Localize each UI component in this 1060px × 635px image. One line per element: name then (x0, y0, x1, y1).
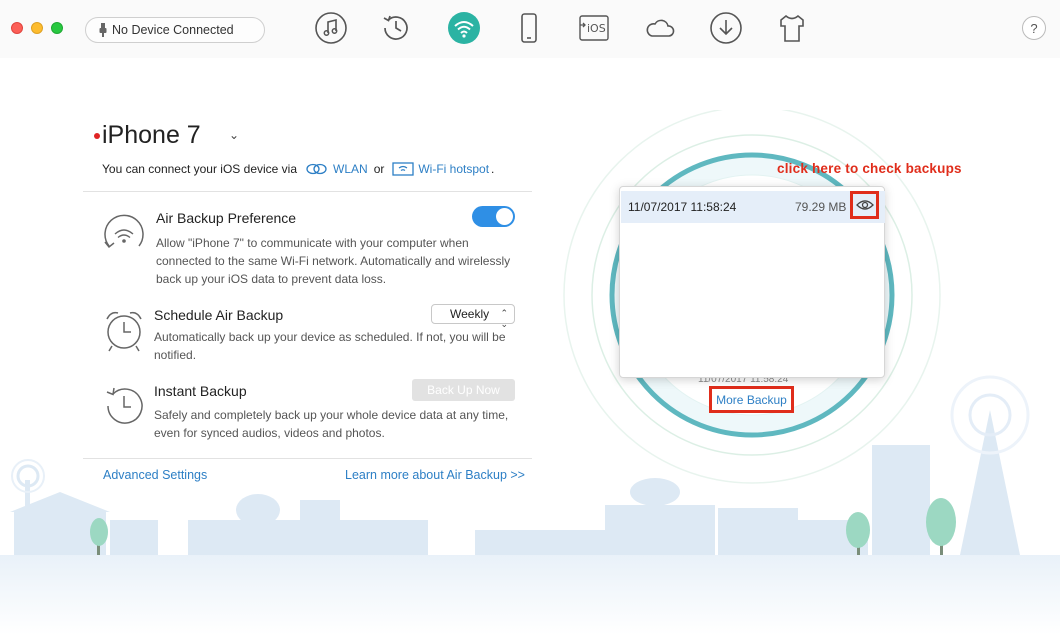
svg-text:iOS: iOS (587, 22, 606, 35)
backup-date: 11/07/2017 11:58:24 (628, 200, 737, 214)
window-close-button[interactable] (11, 22, 23, 34)
shirt-icon[interactable] (774, 10, 810, 46)
cloud-icon[interactable] (642, 10, 678, 46)
schedule-frequency-value: Weekly (450, 307, 490, 321)
chevron-down-icon[interactable]: ⌄ (229, 128, 239, 142)
divider-top (83, 191, 532, 192)
select-caret-icon: ⌃ ⌄ (500, 308, 508, 329)
connect-prefix: You can connect your iOS device via (102, 162, 298, 176)
music-icon[interactable] (313, 10, 349, 46)
air-backup-toggle[interactable] (472, 206, 515, 227)
toolbar: No Device Connected iOS ? (0, 0, 1060, 58)
device-name-dropdown[interactable]: iPhone 7 (93, 121, 201, 150)
view-backup-button[interactable] (850, 191, 879, 219)
air-backup-icon (104, 214, 144, 249)
wlan-link[interactable]: WLAN (333, 162, 368, 176)
schedule-backup-title: Schedule Air Backup (154, 307, 284, 323)
toggle-knob (496, 208, 513, 225)
schedule-frequency-select[interactable]: Weekly ⌃ ⌄ (431, 304, 515, 329)
hotspot-link[interactable]: Wi-Fi hotspot (418, 162, 489, 176)
hotspot-icon (392, 162, 415, 176)
wifi-icon[interactable] (446, 10, 482, 46)
window-minimize-button[interactable] (31, 22, 43, 34)
schedule-backup-description: Automatically back up your device as sch… (154, 330, 506, 362)
air-backup-description: Allow "iPhone 7" to communicate with you… (156, 236, 511, 286)
backup-row[interactable]: 11/07/2017 11:58:24 79.29 MB (621, 191, 885, 223)
download-icon[interactable] (708, 10, 744, 46)
phone-icon[interactable] (511, 10, 547, 46)
backup-list-popup: 11/07/2017 11:58:24 79.29 MB (619, 186, 885, 378)
wlan-icon (306, 163, 327, 175)
window-zoom-button[interactable] (51, 22, 63, 34)
more-backup-link[interactable]: More Backup (709, 386, 794, 413)
backup-size: 79.29 MB (795, 200, 847, 214)
history-icon[interactable] (378, 10, 414, 46)
help-button[interactable]: ? (1022, 16, 1046, 40)
annotation-label: click here to check backups (777, 161, 962, 176)
connect-instructions: You can connect your iOS device via WLAN… (102, 162, 494, 176)
device-selector[interactable]: No Device Connected (85, 17, 265, 43)
device-status-label: No Device Connected (112, 23, 234, 37)
alarm-clock-icon (106, 311, 142, 352)
air-backup-title: Air Backup Preference (156, 210, 297, 226)
usb-plug-icon (99, 23, 107, 37)
device-name: iPhone 7 (102, 121, 201, 149)
eye-icon (855, 200, 874, 210)
ios-icon[interactable]: iOS (576, 10, 612, 46)
or-label: or (373, 162, 385, 176)
period-label: . (491, 162, 495, 176)
